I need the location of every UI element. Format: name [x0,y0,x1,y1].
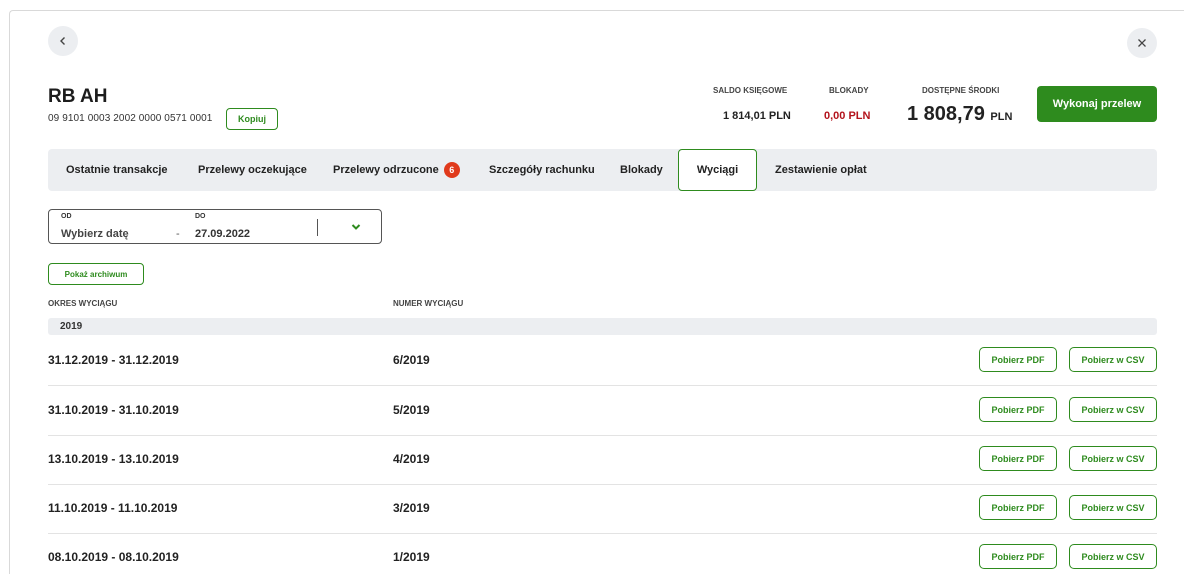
statement-number: 5/2019 [393,403,430,417]
tab-pending-transfers[interactable]: Przelewy oczekujące [198,149,307,191]
close-icon [1138,39,1146,47]
statement-period: 08.10.2019 - 08.10.2019 [48,550,179,564]
statement-period: 31.10.2019 - 31.10.2019 [48,403,179,417]
available-funds-value: 1 808,79 PLN [907,103,1013,125]
saldo-value: 1 814,01 PLN [723,110,791,122]
year-group-header: 2019 [48,318,1157,335]
available-funds-label: DOSTĘPNE ŚRODKI [922,86,1000,95]
date-separator: - [176,228,180,240]
download-csv-button[interactable]: Pobierz w CSV [1069,495,1157,520]
saldo-label: SALDO KSIĘGOWE [713,86,788,95]
statement-period: 31.12.2019 - 31.12.2019 [48,353,179,367]
download-pdf-button[interactable]: Pobierz PDF [979,347,1057,372]
table-row: 13.10.2019 - 13.10.2019 4/2019 Pobierz P… [48,435,1157,485]
statement-number: 6/2019 [393,353,430,367]
copy-account-number-button[interactable]: Kopiuj [226,108,278,130]
date-from-label: OD [61,213,72,220]
account-tabs: Ostatnie transakcje Przelewy oczekujące … [48,149,1157,191]
account-number: 09 9101 0003 2002 0000 0571 0001 [48,113,213,124]
blokady-value: 0,00 PLN [824,110,871,122]
download-csv-button[interactable]: Pobierz w CSV [1069,397,1157,422]
chevron-down-icon[interactable] [349,220,363,234]
download-csv-button[interactable]: Pobierz w CSV [1069,446,1157,471]
column-header-number: NUMER WYCIĄGU [393,299,464,308]
show-archive-button[interactable]: Pokaż archiwum [48,263,144,285]
download-pdf-button[interactable]: Pobierz PDF [979,495,1057,520]
date-from-input[interactable]: Wybierz datę [61,228,129,240]
download-pdf-button[interactable]: Pobierz PDF [979,397,1057,422]
statement-period: 13.10.2019 - 13.10.2019 [48,452,179,466]
tab-rejected-transfers[interactable]: Przelewy odrzucone 6 [333,149,460,191]
download-pdf-button[interactable]: Pobierz PDF [979,446,1057,471]
download-csv-button[interactable]: Pobierz w CSV [1069,347,1157,372]
statement-period: 11.10.2019 - 11.10.2019 [48,501,178,515]
column-header-period: OKRES WYCIĄGU [48,299,118,308]
close-button[interactable] [1127,28,1157,58]
table-row: 31.12.2019 - 31.12.2019 6/2019 Pobierz P… [48,336,1157,386]
statement-number: 4/2019 [393,452,430,466]
table-row: 08.10.2019 - 08.10.2019 1/2019 Pobierz P… [48,533,1157,574]
tab-fee-summary[interactable]: Zestawienie opłat [775,149,867,191]
available-funds-currency: PLN [990,111,1013,123]
statement-number: 3/2019 [393,501,430,515]
date-to-input[interactable]: 27.09.2022 [195,228,250,240]
account-name: RB AH [48,86,108,107]
rejected-count-badge: 6 [443,162,460,178]
tab-blocks[interactable]: Blokady [620,149,663,191]
download-csv-button[interactable]: Pobierz w CSV [1069,544,1157,569]
date-divider [317,219,318,236]
date-to-label: DO [195,213,206,220]
tab-account-details[interactable]: Szczegóły rachunku [489,149,595,191]
download-pdf-button[interactable]: Pobierz PDF [979,544,1057,569]
table-row: 31.10.2019 - 31.10.2019 5/2019 Pobierz P… [48,386,1157,436]
tab-recent-transactions[interactable]: Ostatnie transakcje [66,149,168,191]
tab-statements[interactable]: Wyciągi [678,149,757,191]
back-button[interactable] [48,26,78,56]
table-row: 11.10.2019 - 11.10.2019 3/2019 Pobierz P… [48,484,1157,534]
statement-number: 1/2019 [393,550,430,564]
make-transfer-button[interactable]: Wykonaj przelew [1037,86,1157,122]
chevron-left-icon [60,37,65,45]
blokady-label: BLOKADY [829,86,869,95]
date-range-picker[interactable]: OD Wybierz datę - DO 27.09.2022 [48,209,382,244]
